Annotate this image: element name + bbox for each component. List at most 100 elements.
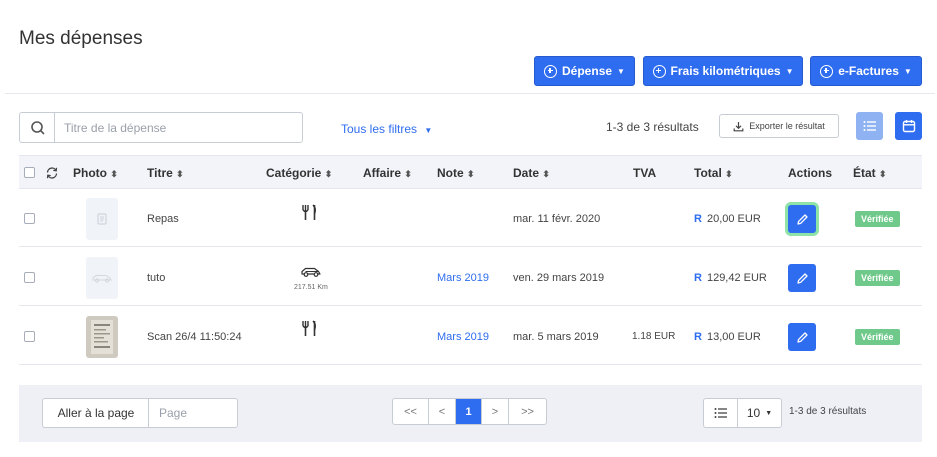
row-checkbox[interactable] [24,213,35,224]
caret-down-icon: ▼ [424,126,433,135]
row-total: R 13,00 EUR [694,331,761,343]
edit-button[interactable] [788,264,816,292]
column-header-actions: Actions [788,166,832,180]
document-icon [97,213,107,225]
all-filters-label: Tous les filtres [341,122,418,136]
add-expense-label: Dépense [562,64,613,78]
column-header-label: Affaire [363,166,402,180]
header-divider [5,93,935,94]
sort-icon: ⬍ [879,169,887,179]
column-header-total[interactable]: Total ⬍ [694,166,733,180]
goto-page-input[interactable] [148,398,238,428]
pagination-bar: Aller à la page << < 1 > >> 10 ▼ 1-3 de … [19,385,922,442]
column-header-etat[interactable]: État ⬍ [853,166,887,180]
column-header-label: Date [513,166,540,180]
pencil-icon [796,213,808,225]
export-label: Exporter le résultat [749,121,825,131]
column-header-date[interactable]: Date ⬍ [513,166,550,180]
last-page-button[interactable]: >> [509,399,546,424]
plus-circle-icon [652,64,666,78]
receipt-placeholder-thumbnail[interactable] [86,198,118,240]
sort-icon: ⬍ [110,169,118,179]
all-filters-dropdown[interactable]: Tous les filtres ▼ [341,122,432,136]
column-header-photo[interactable]: Photo ⬍ [73,166,118,180]
search-button[interactable] [19,112,55,143]
mileage-expense-button[interactable]: Frais kilométriques ▼ [643,56,803,86]
edit-button[interactable] [788,323,816,351]
status-badge: Vérifiée [855,211,900,227]
sort-icon: ⬍ [725,169,733,179]
column-header-label: Note [437,166,464,180]
column-header-label: Catégorie [266,166,322,180]
currency-symbol: R [694,213,702,225]
currency-symbol: R [694,272,702,284]
sort-icon: ⬍ [176,169,184,179]
row-title: tuto [147,272,166,284]
per-page-list-button[interactable] [703,398,738,428]
calendar-view-button[interactable] [895,112,922,140]
caret-down-icon: ▼ [617,66,625,76]
row-tva: 1.18 EUR [632,331,676,342]
search-icon [31,121,45,135]
row-total-value: 13,00 EUR [706,331,761,343]
row-total: R 129,42 EUR [694,272,767,284]
column-header-label: État [853,166,876,180]
distance-label: 217.51 Km [294,284,328,291]
export-button[interactable]: Exporter le résultat [719,114,839,138]
page-title: Mes dépenses [19,28,143,49]
table-row[interactable]: Repas mar. 11 févr. 2020 R 20,00 EUR Véri… [19,189,922,247]
note-link[interactable]: Mars 2019 [437,331,489,343]
search-input[interactable] [54,112,303,143]
column-header-label: Titre [147,166,173,180]
column-header-label: Total [694,166,722,180]
row-checkbox[interactable] [24,331,35,342]
column-header-titre[interactable]: Titre ⬍ [147,166,184,180]
receipt-scan-image [91,320,113,354]
goto-page-label: Aller à la page [42,398,149,428]
next-page-button[interactable]: > [482,399,509,424]
page: Mes dépenses Dépense ▼ Frais kilométriqu… [0,0,937,457]
footer-results-count: 1-3 de 3 résultats [789,406,867,417]
column-header-note[interactable]: Note ⬍ [437,166,475,180]
table-row[interactable]: tuto 217.51 Km Mars 2019 ven. 29 mars 20… [19,248,922,306]
caret-down-icon: ▼ [765,409,773,417]
column-header-categorie[interactable]: Catégorie ⬍ [266,166,332,180]
column-header-label: Actions [788,166,833,180]
column-header-label: TVA [633,166,657,180]
row-date: mar. 11 févr. 2020 [513,213,601,225]
plus-circle-icon [544,64,558,78]
car-icon [92,275,112,283]
fork-knife-icon [302,204,317,220]
per-page-select[interactable]: 10 ▼ [737,398,782,428]
note-link[interactable]: Mars 2019 [437,272,489,284]
caret-down-icon: ▼ [903,66,912,76]
add-expense-button[interactable]: Dépense ▼ [534,56,635,86]
table-row[interactable]: Scan 26/4 11:50:24 Mars 2019 mar. 5 mars… [19,307,922,365]
row-title: Scan 26/4 11:50:24 [147,331,242,343]
plus-circle-icon [820,64,834,78]
edit-button[interactable] [788,205,816,233]
pencil-icon [796,331,808,343]
page-1-button[interactable]: 1 [456,399,482,424]
list-icon [863,121,876,131]
list-view-button[interactable] [856,112,883,140]
column-header-tva: TVA [633,166,656,180]
receipt-scan-thumbnail[interactable] [86,316,118,358]
sort-icon: ⬍ [404,169,412,179]
sort-icon: ⬍ [467,169,475,179]
car-placeholder-thumbnail[interactable] [86,257,118,299]
calendar-icon [902,120,915,133]
table-header: Photo ⬍ Titre ⬍ Catégorie ⬍ Affaire ⬍ No… [19,155,922,189]
column-header-label: Photo [73,166,107,180]
first-page-button[interactable]: << [393,399,429,424]
column-header-affaire[interactable]: Affaire ⬍ [363,166,412,180]
e-invoices-button[interactable]: e-Factures ▼ [810,56,922,86]
row-checkbox[interactable] [24,272,35,283]
refresh-icon[interactable] [45,166,59,180]
fork-knife-icon [302,320,317,336]
prev-page-button[interactable]: < [429,399,456,424]
results-count: 1-3 de 3 résultats [606,120,699,134]
status-badge: Vérifiée [855,329,900,345]
select-all-checkbox[interactable] [24,167,35,178]
status-badge: Vérifiée [855,270,900,286]
